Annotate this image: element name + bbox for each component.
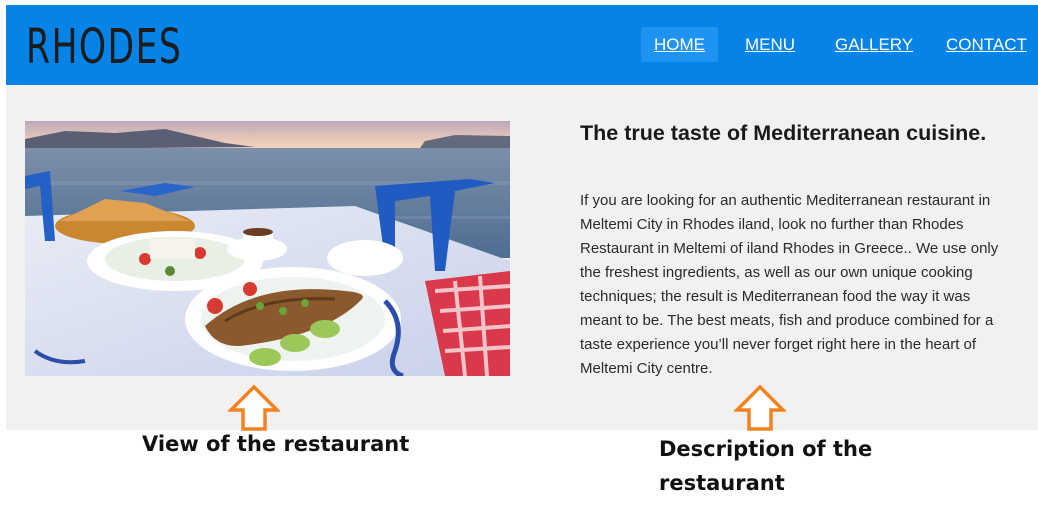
nav-gallery-link[interactable]: GALLERY <box>822 27 926 62</box>
nav-menu-link[interactable]: MENU <box>732 27 808 62</box>
annotation-view-label: View of the restaurant <box>142 432 410 456</box>
restaurant-photo <box>25 121 510 376</box>
up-arrow-icon <box>734 384 786 431</box>
restaurant-description: If you are looking for an authentic Medi… <box>580 192 999 377</box>
nav-home-link[interactable]: HOME <box>641 27 718 62</box>
site-logo[interactable]: RHODES <box>26 19 182 75</box>
section-heading: The true taste of Mediterranean cuisine. <box>580 121 987 145</box>
annotation-description-label: Description of the restaurant <box>659 437 873 495</box>
up-arrow-icon <box>228 384 280 431</box>
navbar: RHODES HOME MENU GALLERY CONTACT <box>6 5 1038 85</box>
main-content: The true taste of Mediterranean cuisine.… <box>6 85 1038 430</box>
nav-contact-link[interactable]: CONTACT <box>933 27 1038 62</box>
